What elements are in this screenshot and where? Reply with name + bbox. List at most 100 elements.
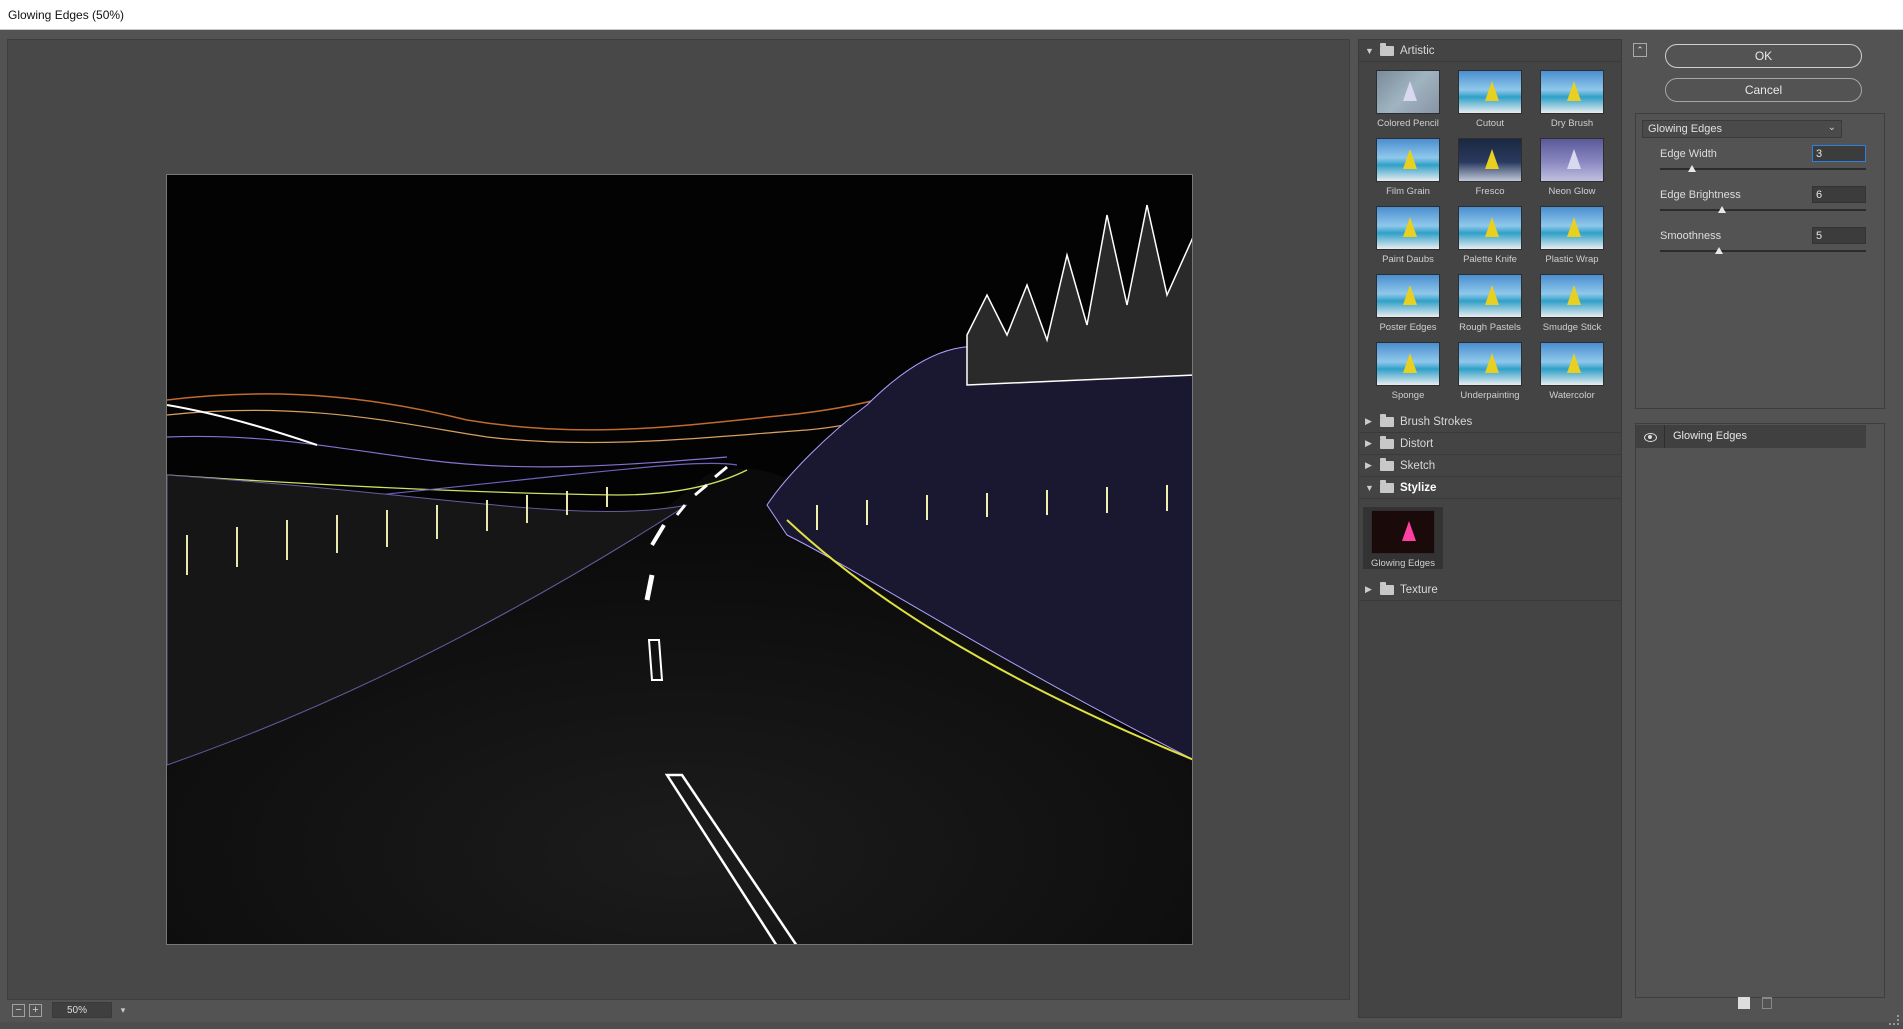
category-artistic[interactable]: ▼ Artistic — [1359, 40, 1621, 62]
artistic-thumbnails: Colored Pencil Cutout Dry Brush Film Gra… — [1359, 62, 1621, 411]
zoom-out-button[interactable]: − — [12, 1003, 25, 1017]
edge-width-input[interactable] — [1812, 145, 1866, 162]
filter-label: Film Grain — [1386, 186, 1430, 197]
filter-label: Colored Pencil — [1377, 118, 1439, 129]
filter-label: Cutout — [1476, 118, 1504, 129]
folder-icon — [1380, 479, 1394, 493]
category-stylize[interactable]: ▼ Stylize — [1359, 477, 1621, 499]
cancel-button[interactable]: Cancel — [1665, 78, 1862, 102]
category-label: Brush Strokes — [1400, 415, 1473, 428]
filter-thumbnail — [1458, 274, 1522, 318]
category-distort[interactable]: ▶ Distort — [1359, 433, 1621, 455]
filter-smudge-stick[interactable]: Smudge Stick — [1531, 274, 1613, 333]
filter-label: Paint Daubs — [1382, 254, 1434, 265]
filter-gallery: ▼ Artistic Colored Pencil Cutout Dry Bru… — [1358, 39, 1622, 1018]
folder-icon — [1380, 581, 1394, 595]
filter-underpainting[interactable]: Underpainting — [1449, 342, 1531, 401]
edge-brightness-input[interactable] — [1812, 186, 1866, 203]
filter-thumbnail — [1458, 206, 1522, 250]
filter-glowing-edges[interactable]: Glowing Edges — [1363, 507, 1443, 569]
filter-paint-daubs[interactable]: Paint Daubs — [1367, 206, 1449, 265]
filter-rough-pastels[interactable]: Rough Pastels — [1449, 274, 1531, 333]
preview-area[interactable] — [7, 39, 1350, 1000]
filter-colored-pencil[interactable]: Colored Pencil — [1367, 70, 1449, 129]
category-label: Sketch — [1400, 459, 1436, 472]
filter-thumbnail — [1376, 138, 1440, 182]
collapse-triangle-icon: ▶ — [1365, 584, 1372, 594]
ok-button[interactable]: OK — [1665, 44, 1862, 68]
effect-layers-panel: Glowing Edges — [1635, 423, 1885, 998]
category-label: Texture — [1400, 583, 1438, 596]
filter-poster-edges[interactable]: Poster Edges — [1367, 274, 1449, 333]
filter-sponge[interactable]: Sponge — [1367, 342, 1449, 401]
filter-select[interactable]: Glowing Edges ⌄ — [1642, 120, 1842, 138]
effect-layer-name: Glowing Edges — [1664, 425, 1747, 448]
zoom-controls: − + 50% ▾ — [12, 1002, 130, 1018]
filter-label: Rough Pastels — [1459, 322, 1521, 333]
filter-label: Fresco — [1475, 186, 1505, 197]
chevron-down-icon[interactable]: ▾ — [116, 1002, 130, 1018]
eye-icon[interactable] — [1644, 432, 1657, 442]
collapse-triangle-icon: ▶ — [1365, 416, 1372, 426]
preview-image[interactable] — [166, 174, 1193, 945]
filter-thumbnail — [1376, 342, 1440, 386]
filter-label: Glowing Edges — [1371, 558, 1435, 569]
filter-label: Palette Knife — [1463, 254, 1517, 265]
filter-thumbnail — [1376, 206, 1440, 250]
filter-thumbnail — [1376, 70, 1440, 114]
filter-thumbnail — [1458, 138, 1522, 182]
filter-neon-glow[interactable]: Neon Glow — [1531, 138, 1613, 197]
expand-triangle-icon: ▼ — [1365, 482, 1374, 493]
slider-knob[interactable] — [1687, 165, 1696, 172]
category-texture[interactable]: ▶ Texture — [1359, 579, 1621, 601]
slider-knob[interactable] — [1717, 206, 1726, 213]
category-label: Distort — [1400, 437, 1434, 450]
filter-thumbnail — [1371, 510, 1435, 554]
filter-cutout[interactable]: Cutout — [1449, 70, 1531, 129]
param-label: Edge Brightness — [1660, 189, 1741, 201]
slider-track[interactable] — [1660, 250, 1866, 252]
filter-thumbnail — [1540, 274, 1604, 318]
trash-icon[interactable] — [1762, 997, 1772, 1009]
filter-dry-brush[interactable]: Dry Brush — [1531, 70, 1613, 129]
zoom-level-field[interactable]: 50% — [52, 1002, 112, 1018]
folder-icon — [1380, 413, 1394, 427]
stylize-thumbnails: Glowing Edges — [1359, 499, 1621, 579]
filter-palette-knife[interactable]: Palette Knife — [1449, 206, 1531, 265]
param-label: Edge Width — [1660, 148, 1717, 160]
filter-watercolor[interactable]: Watercolor — [1531, 342, 1613, 401]
filter-thumbnail — [1376, 274, 1440, 318]
filter-film-grain[interactable]: Film Grain — [1367, 138, 1449, 197]
collapse-triangle-icon: ▶ — [1365, 438, 1372, 448]
slider-knob[interactable] — [1714, 247, 1723, 254]
filter-thumbnail — [1540, 206, 1604, 250]
status-bar — [0, 1022, 1903, 1029]
category-label: Stylize — [1400, 481, 1437, 494]
folder-icon — [1380, 42, 1394, 56]
category-brush-strokes[interactable]: ▶ Brush Strokes — [1359, 411, 1621, 433]
category-label: Artistic — [1400, 44, 1435, 57]
category-sketch[interactable]: ▶ Sketch — [1359, 455, 1621, 477]
controls-column: ⌃ OK Cancel Glowing Edges ⌄ Edge Width E… — [1625, 39, 1885, 1018]
filter-select-value: Glowing Edges — [1648, 123, 1722, 135]
slider-track[interactable] — [1660, 209, 1866, 211]
layer-actions — [1738, 997, 1772, 1009]
param-edge-width: Edge Width — [1660, 145, 1872, 182]
effect-layer-row[interactable]: Glowing Edges — [1636, 425, 1866, 448]
filter-thumbnail — [1540, 138, 1604, 182]
filter-thumbnail — [1540, 342, 1604, 386]
collapse-gallery-icon[interactable]: ⌃ — [1633, 43, 1647, 57]
filter-label: Underpainting — [1460, 390, 1520, 401]
new-effect-layer-icon[interactable] — [1738, 997, 1750, 1009]
param-smoothness: Smoothness — [1660, 227, 1872, 264]
filter-label: Watercolor — [1549, 390, 1595, 401]
filter-label: Neon Glow — [1548, 186, 1596, 197]
filter-label: Dry Brush — [1550, 118, 1594, 129]
param-label: Smoothness — [1660, 230, 1722, 242]
filter-plastic-wrap[interactable]: Plastic Wrap — [1531, 206, 1613, 265]
filter-fresco[interactable]: Fresco — [1449, 138, 1531, 197]
window-title: Glowing Edges (50%) — [8, 8, 125, 22]
resize-grip-icon[interactable] — [1889, 1015, 1899, 1025]
smoothness-input[interactable] — [1812, 227, 1866, 244]
zoom-in-button[interactable]: + — [29, 1003, 42, 1017]
